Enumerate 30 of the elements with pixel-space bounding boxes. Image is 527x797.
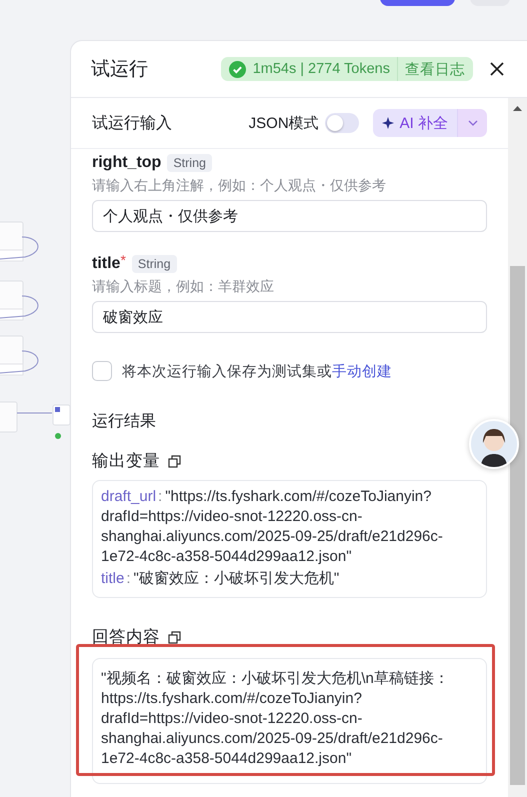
copy-icon[interactable] [168,454,181,468]
output-title: 输出变量 [92,451,160,472]
results-title: 运行结果 [92,412,157,432]
scroll-up-icon[interactable] [513,106,522,111]
output-entry: draft_url: "https://ts.fyshark.com/#/cozeToJianyin?drafId=https://video-snot-12220.oss-cn-shanghai.aliyuncs.com/2025-09-25/draft/e21d296c-1e72-4c8c-a358-5044d299aa12.json" [101,487,444,567]
json-mode-label: JSON模式 [248,114,319,132]
manual-create-link[interactable]: 手动创建 [332,364,392,380]
field-name: right_top [92,154,162,172]
field-hint: 请输入标题，例如：羊群效应 [92,278,275,296]
sparkle-icon [382,116,395,130]
field-hint: 请输入右上角注解，例如：个人观点・仅供参考 [92,177,387,195]
type-tag: String [167,154,212,172]
type-tag: String [132,255,177,273]
copy-icon[interactable] [168,630,181,644]
save-option-text: 将本次运行输入保存为测试集或手动创建 [122,362,392,380]
required-mark: * [120,252,126,268]
field-name: title [92,255,120,273]
answer-title: 回答内容 [92,627,160,648]
caret-icon [468,120,478,126]
json-mode-toggle[interactable] [324,113,359,133]
input-field[interactable]: 破窗效应 [92,301,487,333]
assistant-avatar[interactable] [469,419,519,469]
save-checkbox[interactable] [92,361,112,381]
section-title: 试运行输入 [92,114,172,134]
run-summary: 1m54s | 2774 Tokens [252,61,390,77]
answer-text: "视频名：破窗效应：小破坏引发大危机\n草稿链接：https://ts.fyshark.com/#/cozeToJianyin?drafId=https://video-snot-12220.oss-cn-shanghai.aliyuncs.com/2025-09-25/draft/e21d296c-1e72-4c8c-a358-5044d299aa12.json" [101,669,450,769]
output-entry: title: "破窗效应：小破坏引发大危机" [101,569,340,589]
panel-title: 试运行 [91,58,148,82]
ai-complete-button[interactable]: AI 补全 [372,109,457,137]
input-field[interactable]: 个人观点・仅供参考 [92,200,487,232]
